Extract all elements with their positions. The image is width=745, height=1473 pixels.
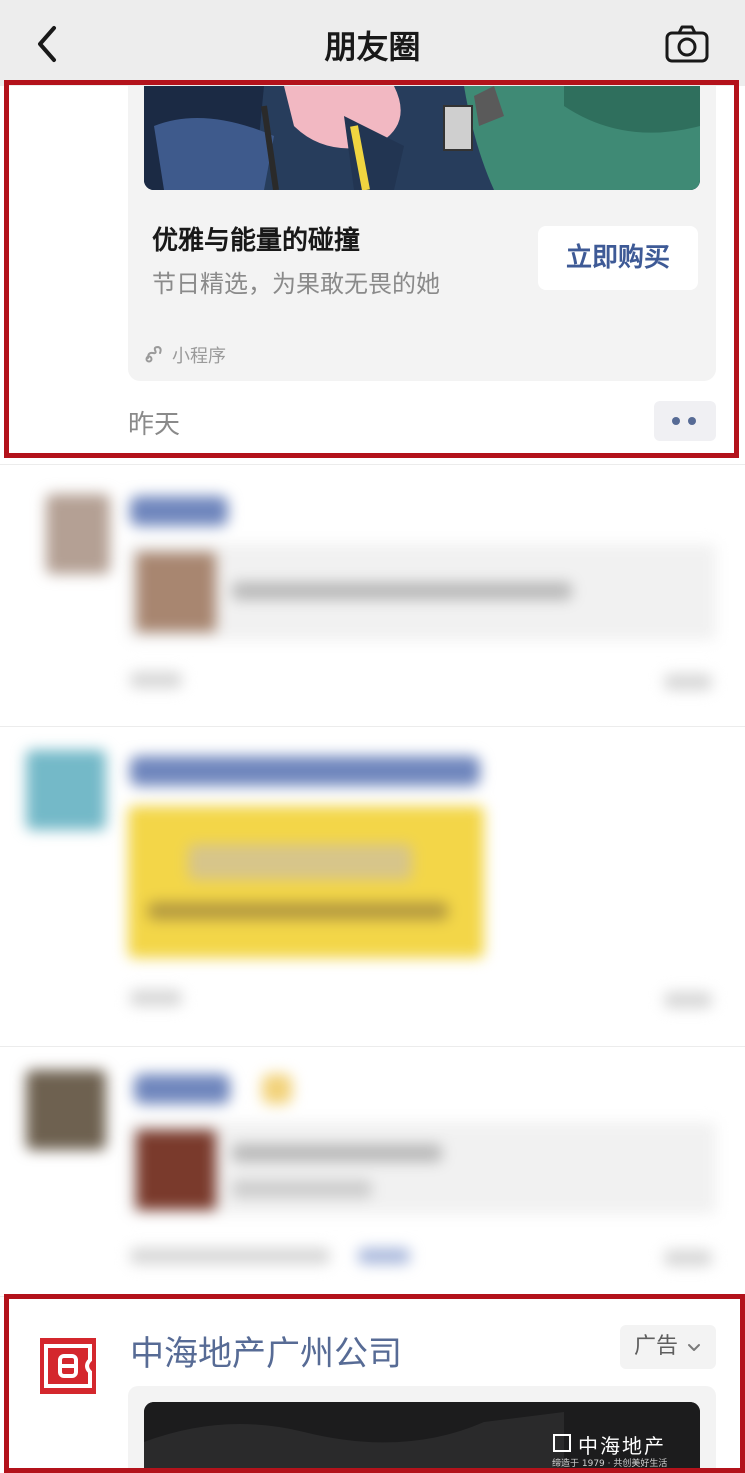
image-brand-slogan: 缔造于 1979 · 共创美好生活 [552,1459,668,1469]
link-card[interactable] [128,544,716,640]
avatar[interactable] [46,494,110,574]
mini-program-icon [145,345,162,363]
image-text [188,844,412,880]
author-name[interactable] [134,1074,230,1104]
link-text [232,582,572,600]
post-timestamp: 昨天 [128,410,181,440]
emoji [262,1074,292,1104]
buy-now-button[interactable]: 立即购买 [538,226,698,290]
post-timestamp [130,990,182,1006]
mini-program-label: 小程序 [172,346,226,367]
more-options-button[interactable] [664,992,712,1008]
nav-bar: 朋友圈 [0,0,745,86]
feed-divider [0,464,745,465]
feed-post[interactable] [0,740,745,1030]
avatar[interactable] [26,1070,106,1150]
link-thumbnail [136,552,216,632]
chevron-down-icon [688,1344,700,1351]
camera-icon[interactable] [664,24,710,64]
brand-logo[interactable] [40,1338,96,1394]
music-thumbnail [136,1130,216,1210]
more-options-button[interactable] [664,674,712,690]
ad-subtitle: 节日精选，为果敢无畏的她 [152,270,440,298]
shared-image[interactable] [128,806,484,958]
delete-link[interactable] [358,1248,410,1264]
advertiser-name[interactable]: 中海地产广州公司 [130,1326,402,1375]
ad-tag-label: 广告 [634,1334,679,1359]
feed-divider [0,1296,745,1297]
music-artist [232,1180,372,1198]
more-options-button[interactable] [654,401,716,441]
author-name[interactable] [130,756,480,786]
post-meta [130,1248,330,1264]
image-brand-logo [553,1434,571,1452]
ad-banner-image[interactable] [144,86,700,190]
image-brand-name: 中海地产 [578,1434,666,1458]
feed-post[interactable] [0,480,745,710]
feed-divider [0,1046,745,1047]
ad-title: 优雅与能量的碰撞 [152,226,361,256]
music-title [232,1144,442,1162]
ad-tag[interactable]: 广告 [620,1325,716,1369]
page-title: 朋友圈 [324,28,421,66]
author-name[interactable] [130,496,228,526]
avatar[interactable] [26,750,106,830]
feed-post[interactable] [0,1060,745,1290]
more-options-button[interactable] [664,1250,712,1266]
feed-divider [0,726,745,727]
post-timestamp [130,672,182,688]
music-card[interactable] [128,1122,716,1214]
image-text [148,902,448,920]
